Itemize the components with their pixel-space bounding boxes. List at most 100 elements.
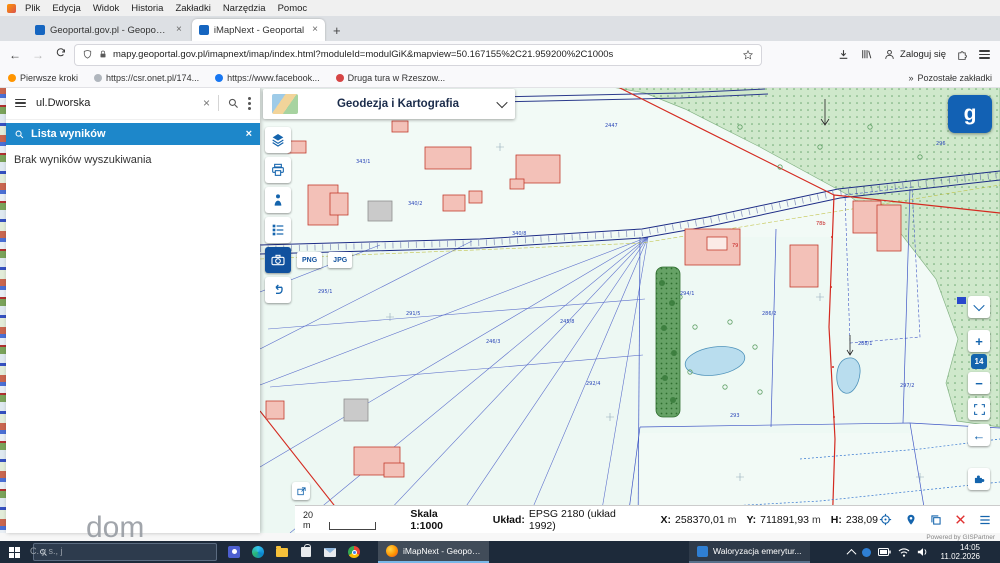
parcel-label: 2447 (605, 123, 618, 129)
task-waloryzacja[interactable]: Waloryzacja emerytur... (689, 541, 810, 563)
printer-icon (270, 162, 286, 178)
parcel-label: 340/2 (408, 201, 422, 207)
layers-button[interactable] (265, 127, 291, 153)
geoportal-logo-button[interactable]: g (948, 95, 992, 133)
print-button[interactable] (265, 157, 291, 183)
tab-close-icon[interactable]: × (312, 25, 318, 35)
taskbar-icon-explorer[interactable] (270, 541, 294, 563)
location-pin-icon[interactable] (904, 513, 918, 527)
url-text[interactable]: mapy.geoportal.gov.pl/imapnext/imap/inde… (113, 49, 737, 60)
street-view-button[interactable] (265, 187, 291, 213)
bookmark-item[interactable]: https://csr.onet.pl/174... (94, 73, 199, 83)
chevron-down-icon (973, 300, 984, 311)
clear-search-icon[interactable]: × (203, 97, 210, 109)
previous-extent-button[interactable]: ← (968, 424, 990, 446)
export-png-button[interactable]: PNG (297, 252, 322, 268)
close-results-icon[interactable]: × (246, 128, 252, 140)
forward-button[interactable]: → (29, 48, 47, 62)
divider (218, 95, 219, 111)
undo-view-button[interactable] (265, 277, 291, 303)
lock-icon[interactable] (98, 49, 108, 60)
scale-bar: 20 m (303, 510, 376, 530)
h-label: H: (831, 514, 842, 526)
menu-edycja[interactable]: Edycja (46, 3, 87, 14)
screen: 2447343/1340/2340/8295/1291/5246/3245/82… (0, 0, 1000, 563)
task-label: iMapNext - Geopor... (403, 546, 481, 556)
menu-plik[interactable]: Plik (19, 3, 46, 14)
copy-coordinates-icon[interactable] (929, 513, 943, 527)
taskbar-clock[interactable]: 14:05 11.02.2026 (941, 543, 980, 561)
export-jpg-button[interactable]: JPG (328, 252, 352, 268)
downloads-button[interactable] (837, 48, 850, 61)
task-imapnext[interactable]: iMapNext - Geopor... (378, 541, 489, 563)
menu-zakladki[interactable]: Zakładki (169, 3, 216, 14)
search-icon[interactable] (227, 97, 240, 110)
share-view-button[interactable] (292, 482, 310, 500)
bookmark-star-icon[interactable] (742, 49, 754, 61)
reload-icon (55, 47, 67, 59)
bookmark-label: https://csr.onet.pl/174... (106, 73, 199, 83)
battery-icon[interactable] (878, 548, 891, 556)
tab-close-icon[interactable]: × (176, 25, 182, 35)
zoom-out-button[interactable]: − (968, 372, 990, 394)
map-canvas[interactable]: 2447343/1340/2340/8295/1291/5246/3245/82… (260, 87, 1000, 533)
wifi-icon[interactable] (898, 547, 910, 557)
collapse-controls-button[interactable] (968, 296, 990, 318)
search-options-button[interactable] (248, 97, 251, 110)
account-button[interactable]: Zaloguj się (883, 48, 946, 61)
chevron-down-icon[interactable] (496, 97, 507, 108)
library-icon (860, 48, 873, 61)
search-input[interactable] (34, 96, 195, 110)
bookmark-favicon (336, 74, 344, 82)
legend-button[interactable] (265, 217, 291, 243)
clock-time: 14:05 (960, 543, 980, 552)
extensions-button[interactable] (956, 48, 969, 61)
library-button[interactable] (860, 48, 873, 61)
zoom-in-button[interactable]: + (968, 330, 990, 352)
tray-expand-icon[interactable] (846, 548, 856, 558)
panel-menu-button[interactable] (15, 99, 26, 108)
speaker-icon[interactable] (917, 547, 929, 557)
locate-target-icon[interactable] (878, 512, 893, 527)
taskbar-icon-teams[interactable] (222, 541, 246, 563)
menu-historia[interactable]: Historia (125, 3, 169, 14)
other-bookmarks-button[interactable]: » Pozostałe zakładki (908, 73, 992, 83)
chevron-double-icon: » (908, 73, 913, 83)
menu-narzedzia[interactable]: Narzędzia (217, 3, 272, 14)
statusbar-menu-icon[interactable] (978, 513, 992, 527)
windows-taskbar: iMapNext - Geopor... Waloryzacja emerytu… (0, 541, 1000, 563)
taskbar-icon-chrome[interactable] (342, 541, 366, 563)
puzzle-icon (956, 48, 969, 61)
shield-icon[interactable] (82, 49, 93, 60)
bookmark-item[interactable]: Druga tura w Rzeszow... (336, 73, 446, 83)
tab-geoportal-home[interactable]: Geoportal.gov.pl - Geoportal In × (28, 19, 189, 41)
close-statusbar-icon[interactable] (954, 513, 967, 526)
taskbar-icon-edge[interactable] (246, 541, 270, 563)
screenshot-button[interactable] (265, 247, 291, 273)
reload-button[interactable] (52, 47, 70, 62)
module-header[interactable]: Geodezja i Kartografia (263, 89, 515, 119)
menu-widok[interactable]: Widok (87, 3, 125, 14)
module-logo (272, 94, 298, 114)
fullscreen-button[interactable] (968, 398, 990, 420)
bookmark-item[interactable]: https://www.facebook... (215, 73, 320, 83)
external-link-icon (296, 486, 307, 497)
bookmark-favicon (8, 74, 16, 82)
tray-app-icon[interactable] (862, 548, 871, 557)
y-unit: m (812, 514, 821, 526)
back-button[interactable]: ← (6, 48, 24, 62)
tab-title: iMapNext - Geoportal (214, 25, 304, 36)
modules-button[interactable] (968, 468, 990, 490)
menu-pomoc[interactable]: Pomoc (272, 3, 314, 14)
address-bar[interactable]: mapy.geoportal.gov.pl/imapnext/imap/inde… (75, 45, 761, 65)
bookmark-item[interactable]: Pierwsze kroki (8, 73, 78, 83)
taskbar-icon-mail[interactable] (318, 541, 342, 563)
legend-list-icon (270, 222, 286, 238)
taskbar-icon-store[interactable] (294, 541, 318, 563)
start-button[interactable] (0, 541, 28, 563)
tab-title: Geoportal.gov.pl - Geoportal In (50, 25, 168, 36)
app-menu-button[interactable] (979, 50, 990, 59)
tab-imapnext[interactable]: iMapNext - Geoportal × (192, 19, 325, 41)
new-tab-button[interactable]: + (333, 23, 341, 38)
windows-logo-icon (9, 547, 20, 558)
